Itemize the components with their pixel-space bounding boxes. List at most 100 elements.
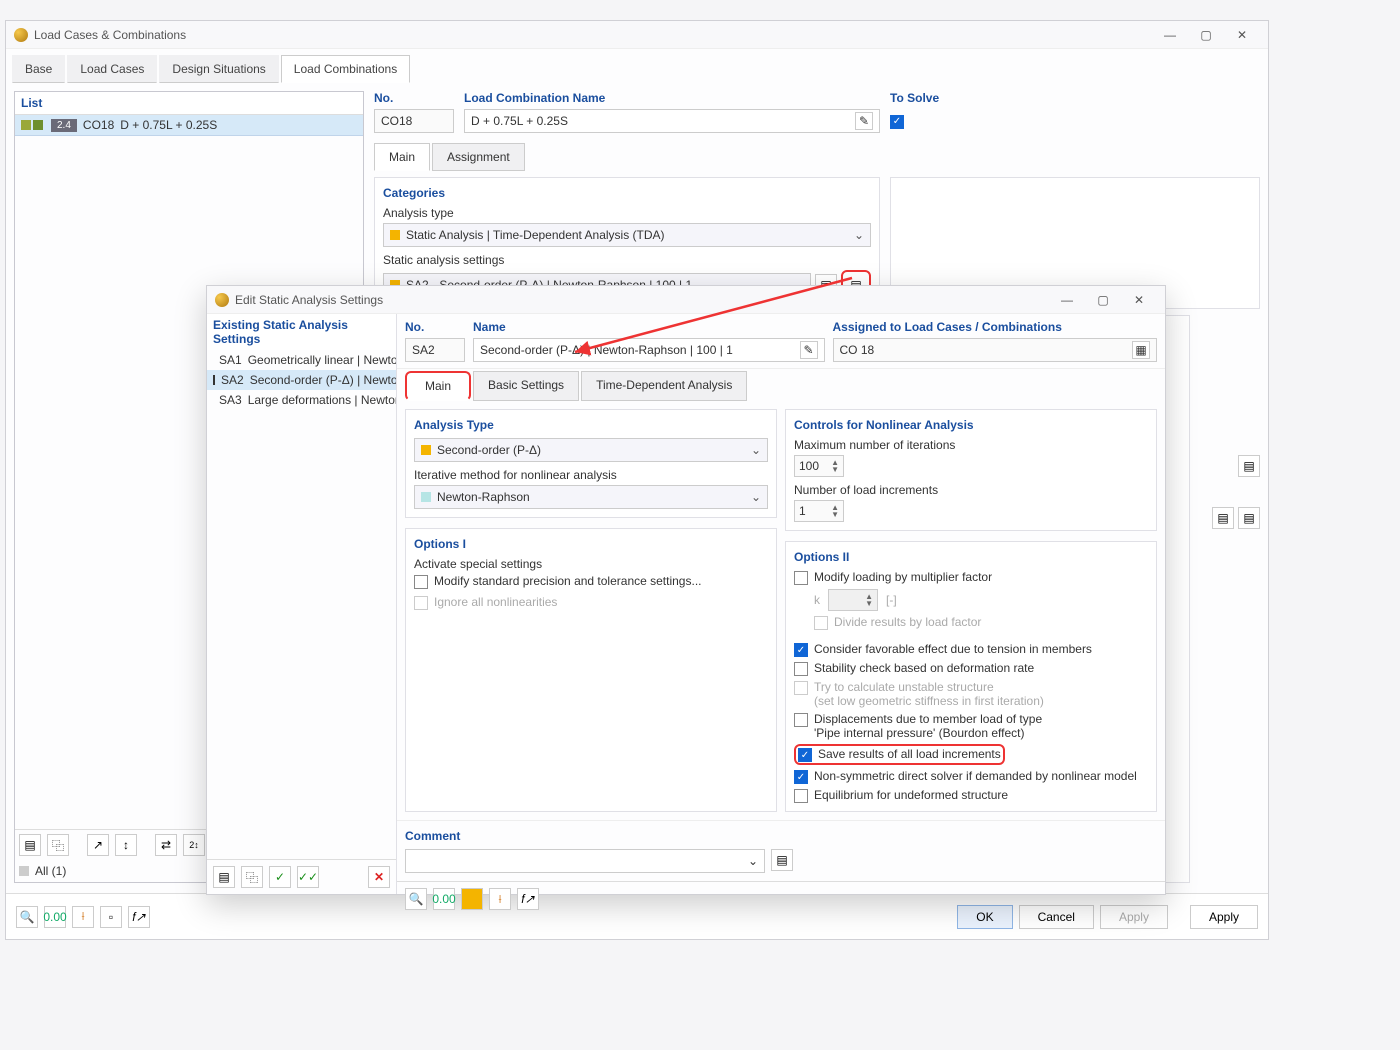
- close-icon[interactable]: ✕: [1224, 28, 1260, 42]
- analysis-type-combo[interactable]: Second-order (P-Δ) ⌄: [414, 438, 768, 462]
- dlg-tab-tda[interactable]: Time-Dependent Analysis: [581, 371, 747, 401]
- main-title: Load Cases & Combinations: [34, 28, 1152, 42]
- blank-icon[interactable]: ▫: [100, 906, 122, 928]
- new-icon[interactable]: ▤: [19, 834, 41, 856]
- sa-row[interactable]: SA1 Geometrically linear | Newton-: [207, 350, 396, 370]
- all-label: All (1): [35, 864, 66, 878]
- save-increments-checkbox[interactable]: ✓Save results of all load increments: [794, 744, 1005, 765]
- tool-a-icon[interactable]: ↗: [87, 834, 109, 856]
- fx-icon[interactable]: f↗: [128, 906, 150, 928]
- options1-group: Options I Activate special settings Modi…: [405, 528, 777, 812]
- comment-edit-icon[interactable]: ▤: [771, 849, 793, 871]
- tree-icon[interactable]: ⟊: [489, 888, 511, 910]
- favorable-checkbox[interactable]: ✓Consider favorable effect due to tensio…: [794, 642, 1148, 657]
- search-icon[interactable]: 🔍: [405, 888, 427, 910]
- name-field[interactable]: D + 0.75L + 0.25S ✎: [464, 109, 880, 133]
- chevron-down-icon: ⌄: [751, 443, 761, 457]
- list-code: CO18: [83, 118, 114, 132]
- edit-name-icon[interactable]: ✎: [855, 112, 873, 130]
- copy-icon[interactable]: ⿻: [241, 866, 263, 888]
- delete-icon[interactable]: ✕: [368, 866, 390, 888]
- fx-icon[interactable]: f↗: [517, 888, 539, 910]
- list-item[interactable]: 2.4 CO18 D + 0.75L + 0.25S: [15, 115, 363, 136]
- stability-checkbox[interactable]: Stability check based on deformation rat…: [794, 661, 1148, 676]
- dlg-no-label: No.: [405, 320, 465, 334]
- grid-icon[interactable]: ▦: [1132, 341, 1150, 359]
- maximize-icon[interactable]: ▢: [1188, 28, 1224, 42]
- chevron-down-icon: ⌄: [854, 228, 864, 242]
- no-label: No.: [374, 91, 454, 105]
- tab-base[interactable]: Base: [12, 55, 65, 83]
- analysis-type-label: Analysis type: [383, 206, 871, 220]
- no-field[interactable]: CO18: [374, 109, 454, 133]
- iter-label: Iterative method for nonlinear analysis: [414, 468, 768, 482]
- edit-icon[interactable]: ✎: [800, 341, 818, 359]
- tab-load-cases[interactable]: Load Cases: [67, 55, 157, 83]
- close-icon[interactable]: ✕: [1121, 293, 1157, 307]
- minimize-icon[interactable]: —: [1152, 28, 1188, 42]
- dlg-name-field[interactable]: Second-order (P-Δ) | Newton-Raphson | 10…: [473, 338, 825, 362]
- search-icon[interactable]: 🔍: [16, 906, 38, 928]
- dialog-titlebar: Edit Static Analysis Settings — ▢ ✕: [207, 286, 1165, 314]
- filter-chip[interactable]: [19, 866, 29, 876]
- color-chip: [21, 120, 31, 130]
- side-tool-icon[interactable]: ▤: [1212, 507, 1234, 529]
- sa-list-header: Existing Static Analysis Settings: [207, 314, 396, 350]
- displacements-checkbox[interactable]: Displacements due to member load of type…: [794, 712, 1148, 740]
- units-icon[interactable]: 0.00: [433, 888, 455, 910]
- apply-button[interactable]: Apply: [1190, 905, 1258, 929]
- minimize-icon[interactable]: —: [1049, 293, 1085, 307]
- units-icon[interactable]: 0.00: [44, 906, 66, 928]
- copy-icon[interactable]: ⿻: [47, 834, 69, 856]
- max-iter-spinner[interactable]: 100▲▼: [794, 455, 844, 477]
- controls-group: Controls for Nonlinear Analysis Maximum …: [785, 409, 1157, 531]
- maximize-icon[interactable]: ▢: [1085, 293, 1121, 307]
- subtab-assignment[interactable]: Assignment: [432, 143, 525, 171]
- side-tool-icon[interactable]: ▤: [1238, 455, 1260, 477]
- color-chip: [213, 375, 215, 385]
- check-icon[interactable]: ✓: [269, 866, 291, 888]
- list-desc: D + 0.75L + 0.25S: [120, 118, 217, 132]
- tree-icon[interactable]: ⟊: [72, 906, 94, 928]
- sa-row[interactable]: SA2 Second-order (P-Δ) | Newton-R: [207, 370, 396, 390]
- check-all-icon[interactable]: ✓✓: [297, 866, 319, 888]
- tab-load-combinations[interactable]: Load Combinations: [281, 55, 410, 83]
- ignore-nonlin-checkbox: Ignore all nonlinearities: [414, 595, 768, 610]
- sas-label: Static analysis settings: [383, 253, 871, 267]
- to-solve-checkbox[interactable]: ✓: [890, 115, 904, 129]
- analysis-type-combo[interactable]: Static Analysis | Time-Dependent Analysi…: [383, 223, 871, 247]
- sort-icon[interactable]: 2↕: [183, 834, 205, 856]
- new-icon[interactable]: ▤: [213, 866, 235, 888]
- dlg-tab-basic[interactable]: Basic Settings: [473, 371, 579, 401]
- arrows-icon[interactable]: ⇄: [155, 834, 177, 856]
- comment-combo[interactable]: ⌄: [405, 849, 765, 873]
- assigned-field[interactable]: CO 18 ▦: [833, 338, 1157, 362]
- app-icon: [14, 28, 28, 42]
- list-header: List: [15, 92, 363, 115]
- max-iter-label: Maximum number of iterations: [794, 438, 1148, 452]
- dlg-tab-main[interactable]: Main: [405, 371, 471, 401]
- tool-b-icon[interactable]: ↕: [115, 834, 137, 856]
- tab-design-situations[interactable]: Design Situations: [159, 55, 278, 83]
- equilibrium-checkbox[interactable]: Equilibrium for undeformed structure: [794, 788, 1148, 803]
- nonsym-checkbox[interactable]: ✓Non-symmetric direct solver if demanded…: [794, 769, 1148, 784]
- badge: 2.4: [51, 119, 77, 132]
- dlg-no-field[interactable]: SA2: [405, 338, 465, 362]
- incr-label: Number of load increments: [794, 483, 1148, 497]
- modify-precision-checkbox[interactable]: Modify standard precision and tolerance …: [414, 574, 768, 589]
- modify-loading-checkbox[interactable]: Modify loading by multiplier factor: [794, 570, 1148, 585]
- unstable-checkbox: Try to calculate unstable structure(set …: [794, 680, 1148, 708]
- sa-row[interactable]: SA3 Large deformations | Newton-: [207, 390, 396, 410]
- categories-title: Categories: [383, 186, 871, 200]
- color-icon[interactable]: [461, 888, 483, 910]
- incr-spinner[interactable]: 1▲▼: [794, 500, 844, 522]
- options2-group: Options II Modify loading by multiplier …: [785, 541, 1157, 812]
- color-chip: [33, 120, 43, 130]
- iter-method-combo[interactable]: Newton-Raphson ⌄: [414, 485, 768, 509]
- side-tool-icon[interactable]: ▤: [1238, 507, 1260, 529]
- subtab-main[interactable]: Main: [374, 143, 430, 171]
- analysis-type-group: Analysis Type Second-order (P-Δ) ⌄ Itera…: [405, 409, 777, 518]
- dialog-window: Edit Static Analysis Settings — ▢ ✕ Exis…: [206, 285, 1166, 895]
- dialog-title: Edit Static Analysis Settings: [235, 293, 1049, 307]
- main-tabs: Base Load Cases Design Situations Load C…: [6, 49, 1268, 83]
